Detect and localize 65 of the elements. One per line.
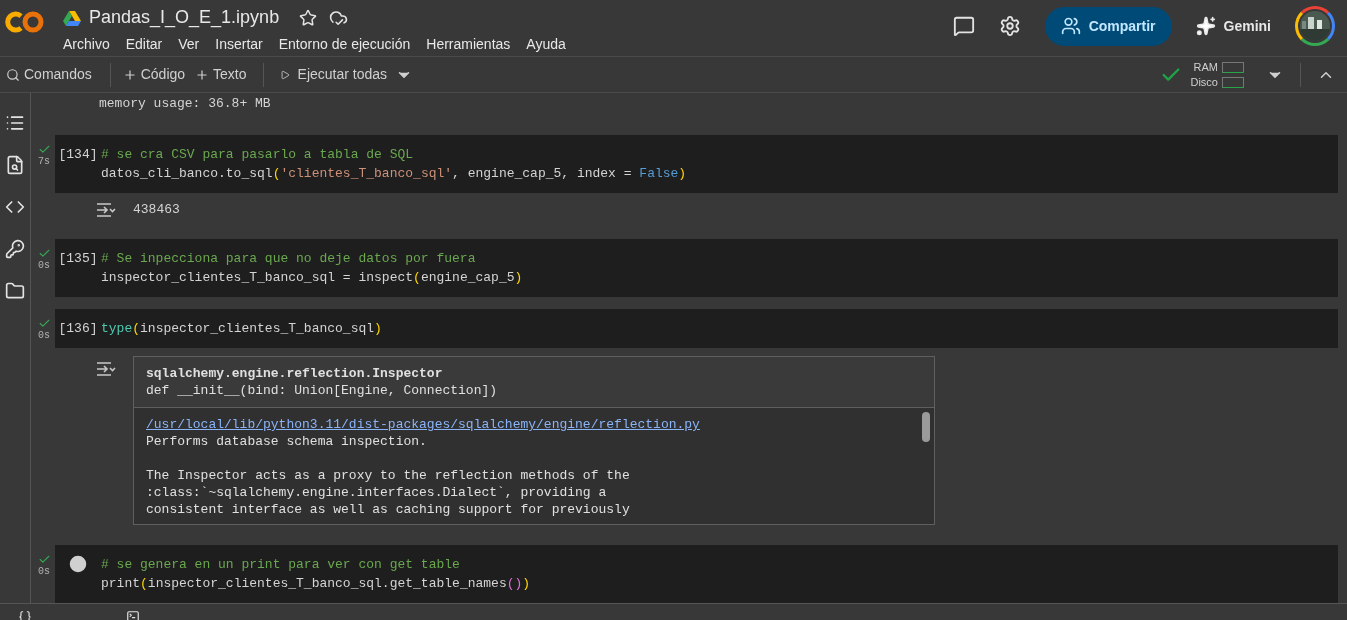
execution-time: 7s	[38, 156, 50, 168]
gemini-button[interactable]: Gemini	[1195, 15, 1271, 37]
execution-time: 0s	[38, 330, 50, 342]
output-toggle-icon[interactable]	[95, 360, 117, 378]
folder-icon[interactable]	[5, 281, 25, 301]
drive-icon[interactable]	[63, 9, 81, 26]
code-cell[interactable]: [134] # se cra CSV para pasarlo a tabla de SQL datos_cli_banco.to_sql('clientes_T_banco_sql', engine_cap_5, index = False)	[55, 135, 1338, 193]
doc-text: The Inspector acts as a proxy to the reflection methods of the	[146, 467, 631, 484]
execution-count: [134]	[58, 146, 98, 164]
plus-icon	[195, 67, 210, 82]
execution-time: 0s	[38, 566, 50, 578]
output-text: memory usage: 36.8+ MB	[99, 94, 271, 113]
code-line: inspector_clientes_T_banco_sql = inspect(engine_cap_5)	[101, 269, 523, 287]
comments-icon[interactable]	[952, 15, 975, 37]
run-cell-button[interactable]	[67, 553, 89, 575]
doc-text: :class:`~sqlalchemy.engine.interfaces.Dialect`, providing a	[146, 484, 608, 501]
code-line: # se genera en un print para ver con get table	[101, 556, 461, 574]
cloud-check-icon[interactable]	[329, 8, 349, 27]
avatar[interactable]	[1295, 6, 1335, 46]
doc-text: Performs database schema inspection.	[146, 433, 428, 450]
scrollbar[interactable]	[922, 412, 930, 442]
output-text: 438463	[133, 201, 180, 220]
search-icon	[6, 67, 20, 82]
find-icon[interactable]	[5, 155, 25, 175]
execution-count: [135]	[58, 250, 98, 268]
sparkle-icon	[1195, 16, 1216, 36]
toc-icon[interactable]	[5, 113, 25, 133]
code-line: # Se inpecciona para que no deje datos por fuera	[101, 250, 477, 268]
add-code-button[interactable]: Código	[122, 64, 186, 85]
menu-item[interactable]: Herramientas	[426, 34, 511, 55]
menu-item[interactable]: Insertar	[215, 34, 263, 55]
notebook-title[interactable]: Pandas_I_O_E_1.ipynb	[89, 4, 280, 31]
add-text-button[interactable]: Texto	[195, 64, 247, 85]
code-cell[interactable]: [136] type(inspector_clientes_T_banco_sql)	[55, 309, 1338, 348]
execution-time: 0s	[38, 260, 50, 272]
code-line: # se cra CSV para pasarlo a tabla de SQL	[101, 146, 415, 164]
play-icon	[279, 69, 290, 80]
menu-item[interactable]: Ayuda	[526, 34, 566, 55]
class-name: sqlalchemy.engine.reflection.Inspector	[146, 365, 444, 382]
code-cell[interactable]: [135] # Se inpecciona para que no deje datos por fuera inspector_clientes_T_banco_sql = inspect(engine_cap_5)	[55, 239, 1338, 297]
commands-button[interactable]: Comandos	[0, 64, 98, 85]
terminal-icon[interactable]	[126, 610, 140, 620]
key-icon[interactable]	[5, 239, 25, 259]
plus-icon	[122, 67, 137, 82]
menu-item[interactable]: Ver	[178, 34, 200, 55]
variables-icon[interactable]	[18, 610, 32, 620]
code-line: type(inspector_clientes_T_banco_sql)	[101, 320, 382, 338]
resources-meter[interactable]: RAM Disco	[1190, 59, 1244, 90]
logo-icon[interactable]	[5, 10, 45, 34]
share-button[interactable]: Compartir	[1044, 6, 1172, 46]
source-link[interactable]: /usr/local/lib/python3.11/dist-packages/sqlalchemy/engine/reflection.py	[146, 416, 700, 433]
star-icon[interactable]	[299, 8, 318, 27]
output-toggle-icon[interactable]	[95, 201, 117, 219]
execution-count: [136]	[58, 320, 98, 338]
code-line: datos_cli_banco.to_sql('clientes_T_banco_sql', engine_cap_5, index = False)	[101, 165, 687, 183]
signature: def __init__(bind: Union[Engine, Connection])	[146, 382, 499, 399]
doc-text: consistent interface as well as caching support for previously	[146, 501, 631, 518]
menu-item[interactable]: Entorno de ejecución	[278, 34, 411, 55]
run-all-button[interactable]: Ejecutar todas	[279, 64, 388, 85]
code-line: print(inspector_clientes_T_banco_sql.get_table_names())	[101, 575, 531, 593]
menu-item[interactable]: Editar	[125, 34, 163, 55]
settings-icon[interactable]	[998, 15, 1021, 37]
people-icon	[1060, 16, 1081, 36]
menu-item[interactable]: Archivo	[63, 34, 110, 55]
code-cell[interactable]: # se genera en un print para ver con get table print(inspector_clientes_T_banco_sql.get_table_names())	[55, 545, 1338, 603]
